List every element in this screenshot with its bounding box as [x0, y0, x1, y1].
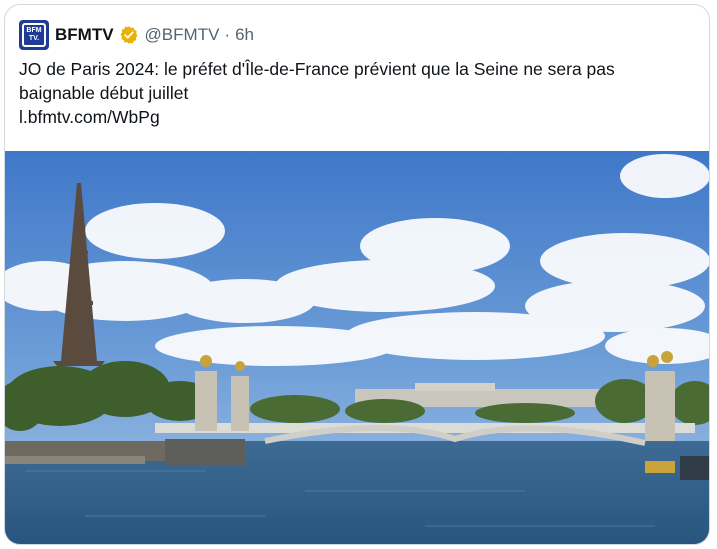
tweet-card[interactable]: BFM TV. BFMTV @BFMTV · 6h JO de Paris 20…	[4, 4, 710, 545]
tweet-photo[interactable]	[5, 151, 710, 545]
verified-badge-icon	[120, 26, 138, 44]
bfmtv-logo: BFM TV.	[22, 23, 46, 47]
avatar[interactable]: BFM TV.	[19, 20, 49, 50]
tweet-link[interactable]: l.bfmtv.com/WbPg	[19, 105, 689, 129]
tweet-text: JO de Paris 2024: le préfet d'Île-de-Fra…	[19, 57, 689, 129]
author-handle[interactable]: @BFMTV	[145, 25, 220, 45]
avatar-text-line1: BFM	[26, 27, 42, 34]
timestamp[interactable]: 6h	[235, 25, 254, 45]
avatar-text-line2: TV.	[28, 35, 40, 42]
author-name[interactable]: BFMTV	[55, 25, 114, 45]
tweet-header: BFM TV. BFMTV @BFMTV · 6h	[19, 20, 254, 50]
tweet-body: JO de Paris 2024: le préfet d'Île-de-Fra…	[19, 59, 615, 103]
separator-dot: ·	[224, 25, 231, 44]
